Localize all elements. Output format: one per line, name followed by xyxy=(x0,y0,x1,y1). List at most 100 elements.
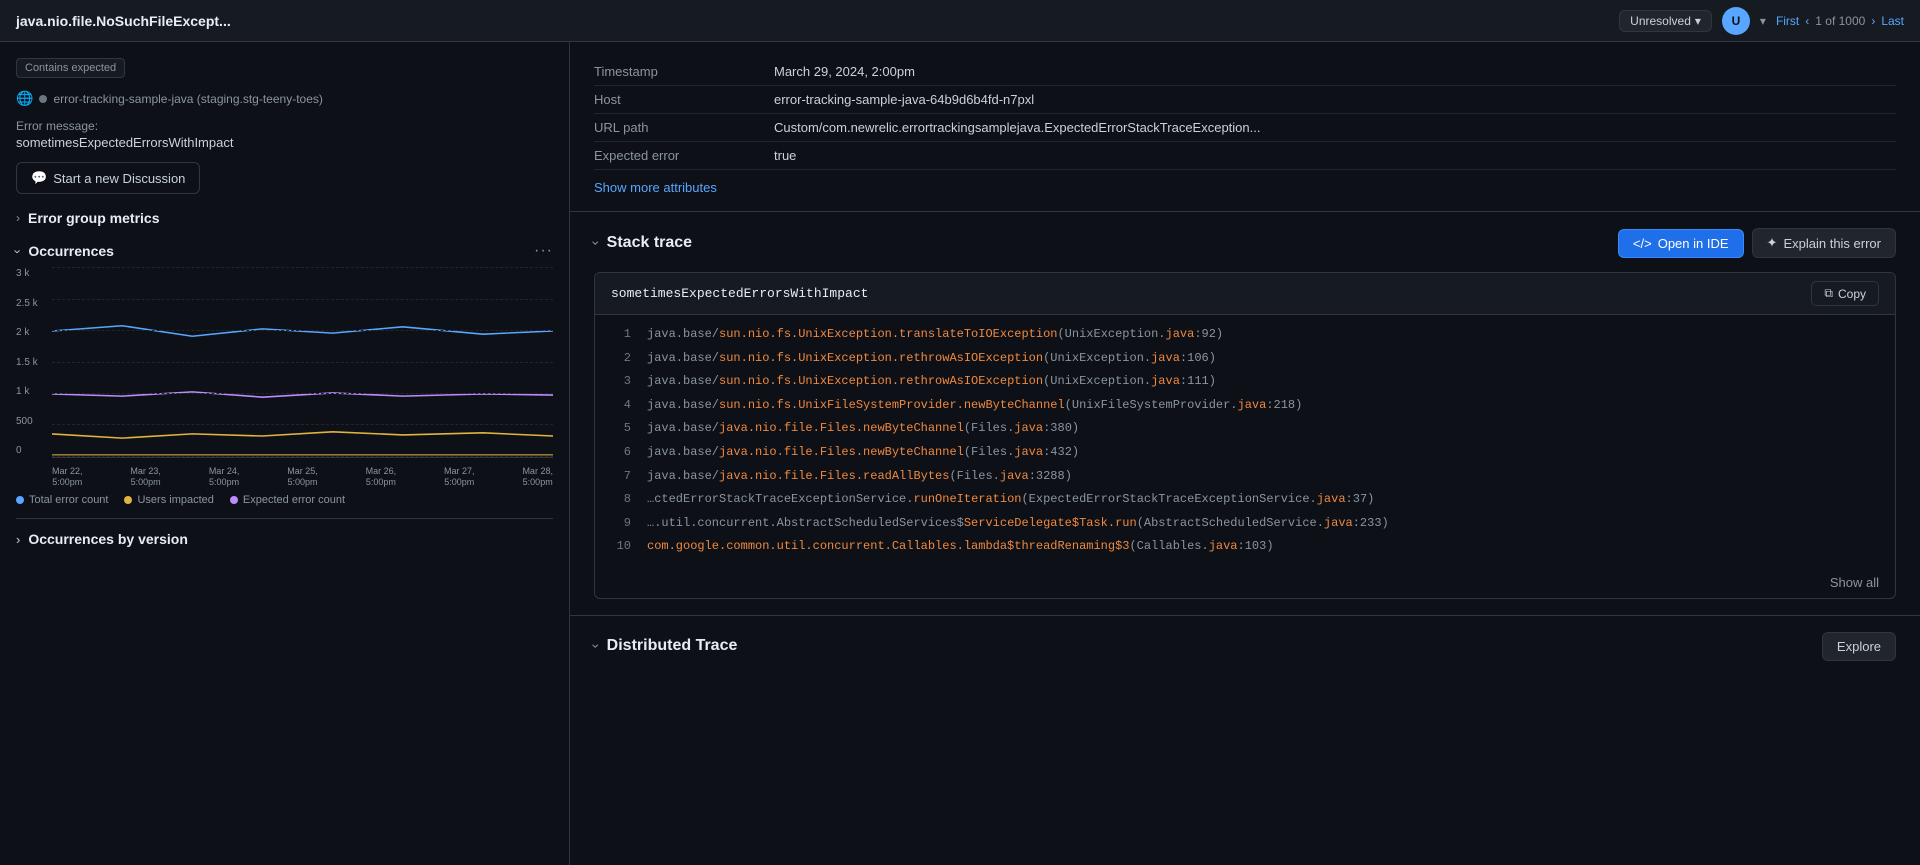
legend-total-error: Total error count xyxy=(16,494,108,506)
x-label-4: Mar 25,5:00pm xyxy=(287,466,318,488)
grid-line-500 xyxy=(52,424,553,425)
explain-error-label: Explain this error xyxy=(1783,236,1881,251)
line-content-6: java.base/java.nio.file.Files.newByteCha… xyxy=(647,442,1079,464)
occurrences-by-version-title: Occurrences by version xyxy=(28,531,188,547)
stack-line-10: 10 com.google.common.util.concurrent.Cal… xyxy=(595,535,1895,559)
line-num-10: 10 xyxy=(611,536,631,558)
line-content-8: …ctedErrorStackTraceExceptionService.run… xyxy=(647,489,1374,511)
y-label-3k: 3 k xyxy=(16,268,38,279)
grid-line-0 xyxy=(52,456,553,457)
grid-line-2-5k xyxy=(52,299,553,300)
status-dot xyxy=(39,95,47,103)
error-group-metrics-title: Error group metrics xyxy=(28,210,159,226)
line-num-4: 4 xyxy=(611,395,631,417)
explore-label: Explore xyxy=(1837,639,1881,654)
grid-line-1-5k xyxy=(52,362,553,363)
line-content-10: com.google.common.util.concurrent.Callab… xyxy=(647,536,1274,558)
globe-icon: 🌐 xyxy=(16,90,33,107)
pagination-next[interactable]: › xyxy=(1871,14,1875,28)
stack-lines: 1 java.base/sun.nio.fs.UnixException.tra… xyxy=(595,315,1895,567)
y-label-2-5k: 2.5 k xyxy=(16,298,38,309)
stack-line-9: 9 ….util.concurrent.AbstractScheduledSer… xyxy=(595,512,1895,536)
chart-y-labels: 0 500 1 k 1.5 k 2 k 2.5 k 3 k xyxy=(16,268,38,458)
chevron-down-icon: ▾ xyxy=(1695,14,1701,28)
discussion-icon: 💬 xyxy=(31,170,47,186)
page-title: java.nio.file.NoSuchFileExcept... xyxy=(16,13,1609,29)
discussion-button-container: 💬 Start a new Discussion xyxy=(16,162,553,194)
explain-error-button[interactable]: ✦ Explain this error xyxy=(1752,228,1896,258)
show-all-link[interactable]: Show all xyxy=(1830,575,1879,590)
x-label-6: Mar 27,5:00pm xyxy=(444,466,475,488)
chart-area xyxy=(52,268,553,458)
copy-label: Copy xyxy=(1838,287,1866,301)
stack-trace-box: sometimesExpectedErrorsWithImpact ⧉ Copy… xyxy=(594,272,1896,599)
legend-dot-expected xyxy=(230,496,238,504)
distributed-trace-section: › Distributed Trace Explore xyxy=(570,616,1920,677)
line-num-2: 2 xyxy=(611,348,631,370)
x-label-5: Mar 26,5:00pm xyxy=(366,466,397,488)
line-content-5: java.base/java.nio.file.Files.newByteCha… xyxy=(647,418,1079,440)
occurrences-header: › Occurrences ··· xyxy=(16,242,553,260)
pagination-prev[interactable]: ‹ xyxy=(1805,14,1809,28)
error-group-metrics-header[interactable]: › Error group metrics xyxy=(16,206,553,230)
attr-host-label: Host xyxy=(594,86,774,114)
occurrences-by-version-header[interactable]: › Occurrences by version xyxy=(16,518,553,547)
line-num-5: 5 xyxy=(611,418,631,440)
stack-line-8: 8 …ctedErrorStackTraceExceptionService.r… xyxy=(595,488,1895,512)
stack-trace-section: › Stack trace </> Open in IDE ✦ Explain … xyxy=(570,212,1920,616)
app-name: error-tracking-sample-java (staging.stg-… xyxy=(53,92,322,106)
stack-line-1: 1 java.base/sun.nio.fs.UnixException.tra… xyxy=(595,323,1895,347)
y-label-0: 0 xyxy=(16,445,38,456)
open-in-ide-button[interactable]: </> Open in IDE xyxy=(1618,229,1744,258)
copy-button[interactable]: ⧉ Copy xyxy=(1811,281,1879,306)
line-content-2: java.base/sun.nio.fs.UnixException.rethr… xyxy=(647,348,1216,370)
error-message-value: sometimesExpectedErrorsWithImpact xyxy=(16,135,553,150)
pagination-last[interactable]: Last xyxy=(1881,14,1904,28)
attr-host-value: error-tracking-sample-java-64b9d6b4fd-n7… xyxy=(774,86,1896,114)
sparkle-icon: ✦ xyxy=(1767,235,1778,251)
copy-icon: ⧉ xyxy=(1824,286,1833,301)
pagination: First ‹ 1 of 1000 › Last xyxy=(1776,14,1904,28)
line-content-7: java.base/java.nio.file.Files.readAllByt… xyxy=(647,466,1072,488)
line-content-4: java.base/sun.nio.fs.UnixFileSystemProvi… xyxy=(647,395,1302,417)
chevron-down-icon-occ: › xyxy=(11,249,26,253)
start-discussion-button[interactable]: 💬 Start a new Discussion xyxy=(16,162,200,194)
line-num-6: 6 xyxy=(611,442,631,464)
pagination-first[interactable]: First xyxy=(1776,14,1799,28)
stack-line-3: 3 java.base/sun.nio.fs.UnixException.ret… xyxy=(595,370,1895,394)
function-name: sometimesExpectedErrorsWithImpact xyxy=(611,286,1811,301)
x-label-2: Mar 23,5:00pm xyxy=(130,466,161,488)
x-label-7: Mar 28,5:00pm xyxy=(522,466,553,488)
legend-dot-users xyxy=(124,496,132,504)
main-content: Contains expected 🌐 error-tracking-sampl… xyxy=(0,42,1920,865)
dist-trace-header: › Distributed Trace Explore xyxy=(594,632,1896,661)
chevron-down-icon-dt: › xyxy=(588,644,604,649)
app-info: 🌐 error-tracking-sample-java (staging.st… xyxy=(16,90,553,107)
occurrences-title: Occurrences xyxy=(28,243,526,259)
chart-svg xyxy=(52,268,553,457)
attr-expected-error-label: Expected error xyxy=(594,142,774,170)
attributes-grid: Timestamp March 29, 2024, 2:00pm Host er… xyxy=(594,58,1896,170)
code-icon: </> xyxy=(1633,236,1652,251)
legend-expected-error: Expected error count xyxy=(230,494,345,506)
right-panel: Timestamp March 29, 2024, 2:00pm Host er… xyxy=(570,42,1920,865)
more-options-icon[interactable]: ··· xyxy=(534,242,553,260)
occurrences-section: › Occurrences ··· 0 500 1 k 1.5 k 2 k 2.… xyxy=(16,242,553,506)
line-num-3: 3 xyxy=(611,371,631,393)
line-content-1: java.base/sun.nio.fs.UnixException.trans… xyxy=(647,324,1223,346)
left-panel: Contains expected 🌐 error-tracking-sampl… xyxy=(0,42,570,865)
error-message-label: Error message: xyxy=(16,119,553,133)
show-more-attributes-link[interactable]: Show more attributes xyxy=(594,180,717,195)
stack-line-6: 6 java.base/java.nio.file.Files.newByteC… xyxy=(595,441,1895,465)
stack-line-5: 5 java.base/java.nio.file.Files.newByteC… xyxy=(595,417,1895,441)
open-ide-label: Open in IDE xyxy=(1658,236,1729,251)
explore-button[interactable]: Explore xyxy=(1822,632,1896,661)
legend-dot-total xyxy=(16,496,24,504)
stack-line-7: 7 java.base/java.nio.file.Files.readAllB… xyxy=(595,465,1895,489)
pagination-current: 1 of 1000 xyxy=(1815,14,1865,28)
badge-label: Contains expected xyxy=(16,58,125,78)
status-badge[interactable]: Unresolved ▾ xyxy=(1619,10,1712,32)
discussion-button-label: Start a new Discussion xyxy=(53,171,185,186)
chart-x-labels: Mar 22,5:00pm Mar 23,5:00pm Mar 24,5:00p… xyxy=(52,466,553,488)
avatar[interactable]: U xyxy=(1722,7,1750,35)
